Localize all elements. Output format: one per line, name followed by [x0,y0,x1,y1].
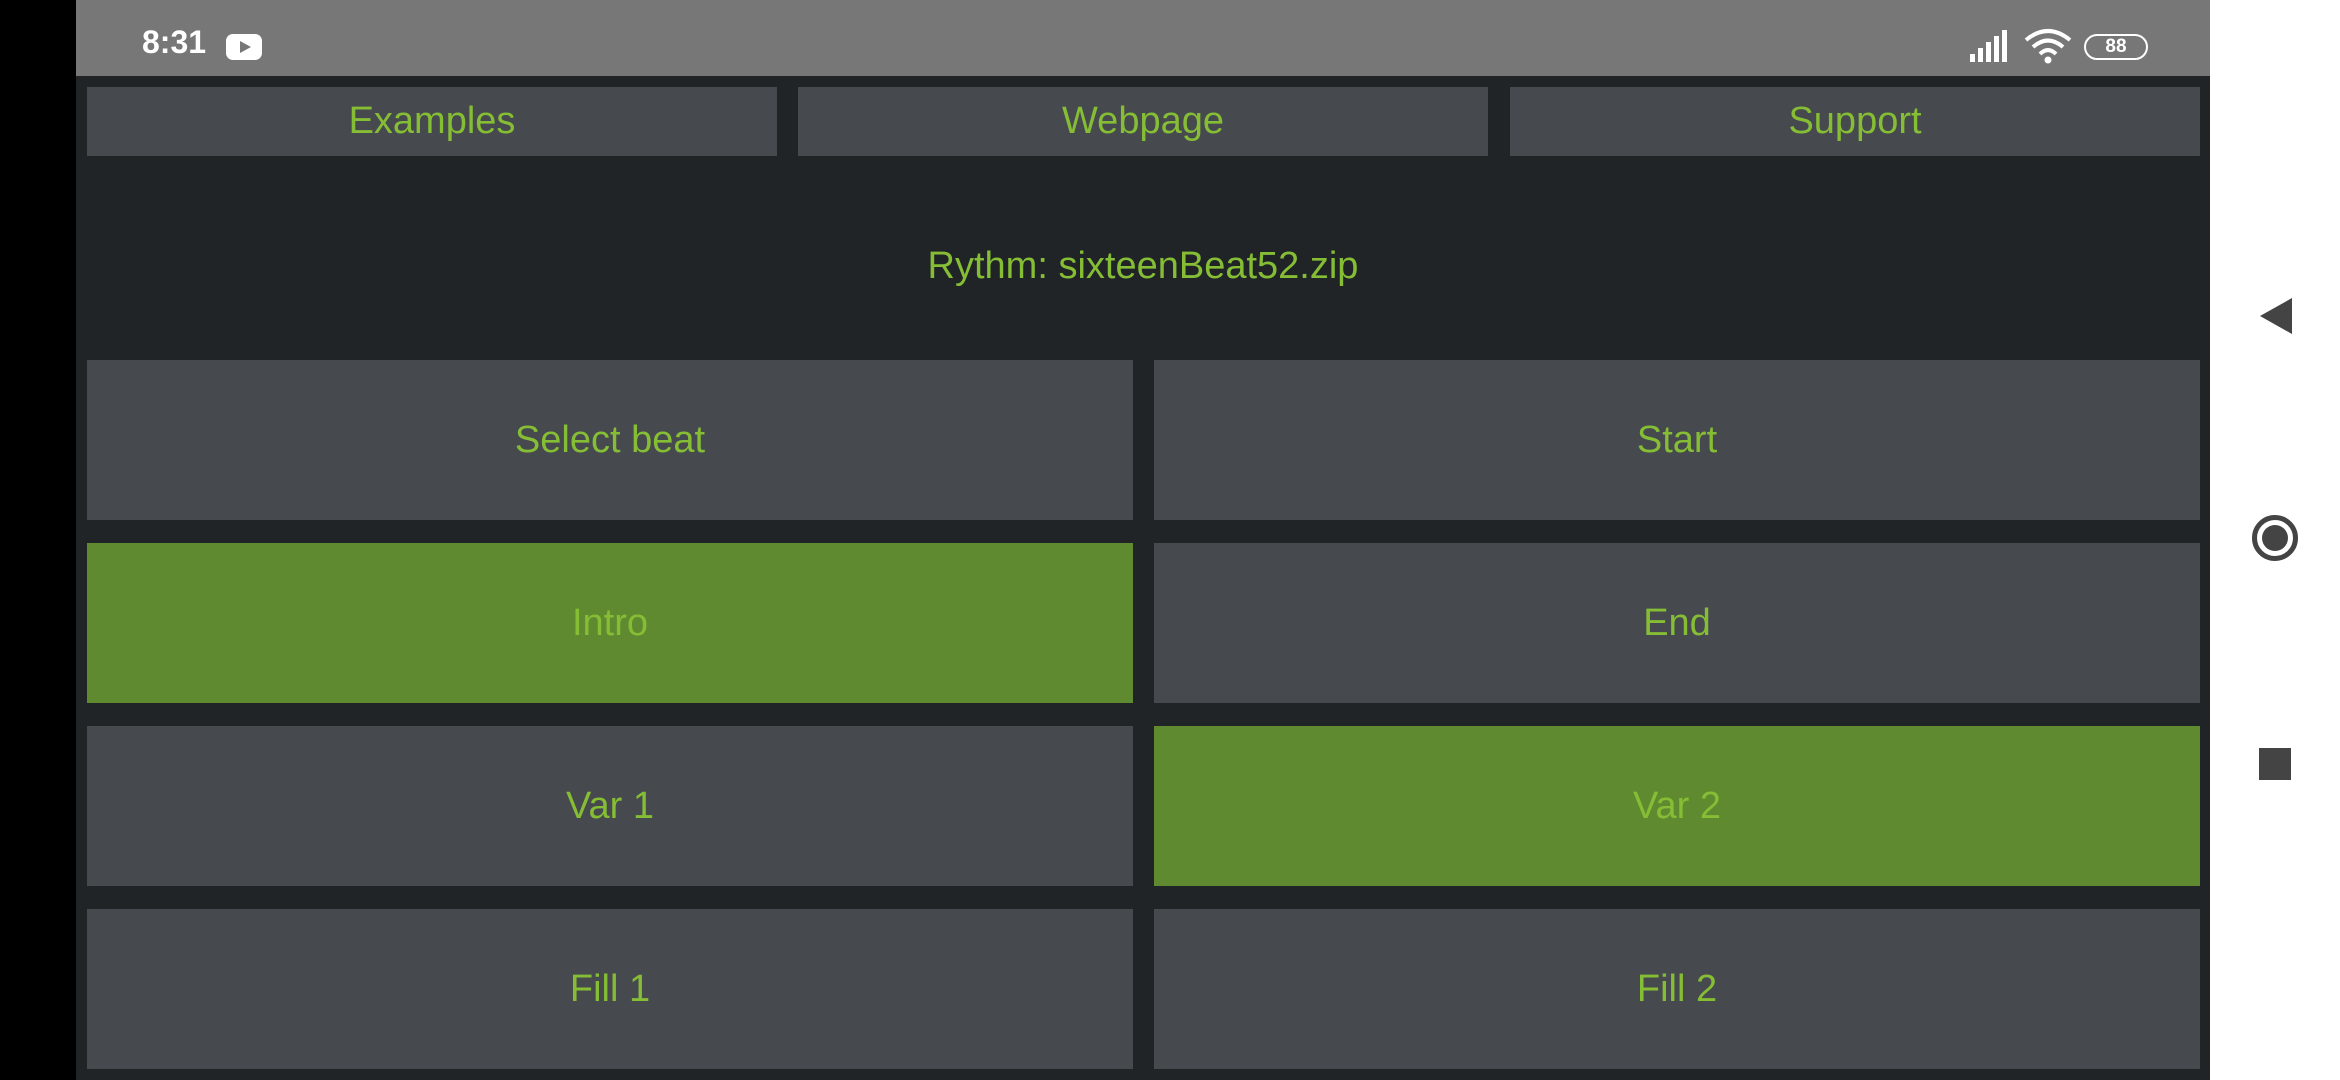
examples-button[interactable]: Examples [87,87,777,156]
battery-icon: 88 [2084,34,2148,60]
signal-icon [1970,30,2007,62]
navigation-bar [2210,0,2340,1080]
screen-cutout [0,0,76,1080]
rhythm-label: Rythm: sixteenBeat52.zip [927,244,1359,287]
support-button[interactable]: Support [1510,87,2200,156]
end-button[interactable]: End [1154,543,2200,703]
app-screen: Examples Webpage Support Rythm: sixteenB… [76,76,2210,1080]
fill-2-button[interactable]: Fill 2 [1154,909,2200,1069]
select-beat-button[interactable]: Select beat [87,360,1133,520]
home-circle-icon[interactable] [2252,515,2298,561]
var-1-button[interactable]: Var 1 [87,726,1133,886]
var-2-button[interactable]: Var 2 [1154,726,2200,886]
webpage-button[interactable]: Webpage [798,87,1488,156]
start-button[interactable]: Start [1154,360,2200,520]
recents-square-icon[interactable] [2259,748,2291,780]
clock: 8:31 [142,24,207,60]
status-bar: 8:31 88 [76,0,2210,76]
fill-1-button[interactable]: Fill 1 [87,909,1133,1069]
wifi-icon [2024,29,2072,64]
intro-button[interactable]: Intro [87,543,1133,703]
youtube-icon [226,34,262,60]
back-triangle-icon[interactable] [2260,298,2292,334]
